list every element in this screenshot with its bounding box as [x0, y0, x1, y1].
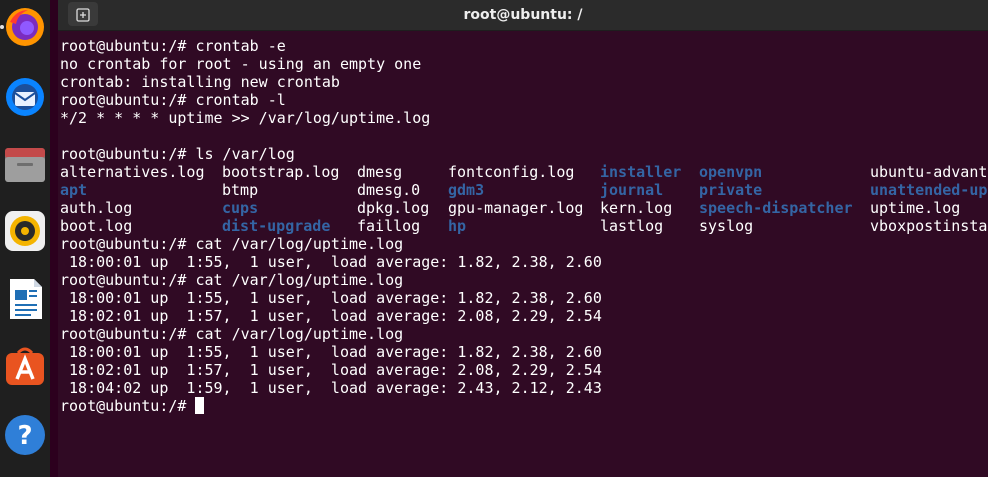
- ls-file-entry: alternatives.log: [60, 163, 205, 181]
- terminal-line: root@ubuntu:/# ls /var/log: [60, 145, 295, 163]
- ls-file-entry: boot.log: [60, 217, 133, 235]
- terminal-output[interactable]: root@ubuntu:/# crontab -e no crontab for …: [60, 37, 988, 477]
- ls-row: alternatives.log bootstrap.log dmesg fontco…: [60, 163, 988, 181]
- terminal-line: 18:00:01 up 1:55, 1 user, load average: …: [60, 289, 602, 307]
- ls-file-entry: lastlog: [600, 217, 664, 235]
- text-cursor: [195, 397, 205, 414]
- ls-file-entry: dpkg.log: [357, 199, 430, 217]
- help-icon[interactable]: ?: [2, 412, 48, 458]
- terminal-line: root@ubuntu:/# cat /var/log/uptime.log: [60, 235, 404, 253]
- ls-row: boot.log dist-upgrade faillog hp lastlog sysl…: [60, 217, 988, 235]
- ls-file-entry: syslog: [699, 217, 754, 235]
- shell-prompt: root@ubuntu:/#: [60, 397, 196, 415]
- terminal-window: root@ubuntu: / root@ubuntu:/# crontab -e…: [58, 0, 988, 477]
- firefox-icon[interactable]: [2, 4, 48, 50]
- ls-file-entry: btmp: [222, 181, 259, 199]
- ls-file-entry: gpu-manager.log: [448, 199, 584, 217]
- ls-directory-entry: openvpn: [699, 163, 763, 181]
- ls-directory-entry: dist-upgrade: [222, 217, 331, 235]
- thunderbird-icon[interactable]: [2, 73, 48, 119]
- ls-file-entry: fontconfig.log: [448, 163, 575, 181]
- terminal-line: 18:00:01 up 1:55, 1 user, load average: …: [60, 253, 602, 271]
- terminal-line: */2 * * * * uptime >> /var/log/uptime.lo…: [60, 109, 431, 127]
- ls-row: auth.log cups dpkg.log gpu-manager.log kern.…: [60, 199, 988, 217]
- ls-directory-entry: cups: [222, 199, 259, 217]
- ls-file-entry: ubuntu-advant: [870, 163, 988, 181]
- terminal-line: 18:02:01 up 1:57, 1 user, load average: …: [60, 361, 602, 379]
- writer-icon[interactable]: [2, 276, 48, 322]
- ls-file-entry: auth.log: [60, 199, 133, 217]
- terminal-line: 18:04:02 up 1:59, 1 user, load average: …: [60, 379, 602, 397]
- ls-directory-entry: speech-dispatcher: [699, 199, 853, 217]
- ls-file-entry: uptime.log: [870, 199, 961, 217]
- terminal-line: crontab: installing new crontab: [60, 73, 340, 91]
- current-prompt-line: root@ubuntu:/#: [60, 397, 988, 415]
- terminal-line: 18:00:01 up 1:55, 1 user, load average: …: [60, 343, 602, 361]
- files-icon[interactable]: [2, 141, 48, 187]
- terminal-line: root@ubuntu:/# crontab -e: [60, 37, 286, 55]
- ls-directory-entry: installer: [600, 163, 682, 181]
- ls-file-entry: vboxpostinsta: [870, 217, 988, 235]
- ls-file-entry: dmesg.0: [357, 181, 421, 199]
- terminal-line: no crontab for root - using an empty one: [60, 55, 422, 73]
- ls-directory-entry: journal: [600, 181, 664, 199]
- svg-text:?: ?: [17, 421, 32, 451]
- ls-directory-entry: hp: [448, 217, 467, 235]
- title-bar: root@ubuntu: /: [58, 0, 988, 31]
- ls-directory-entry: unattended-up: [870, 181, 988, 199]
- software-icon[interactable]: [2, 343, 48, 389]
- terminal-line: root@ubuntu:/# crontab -l: [60, 91, 286, 109]
- running-indicator: [0, 25, 4, 29]
- ls-file-entry: bootstrap.log: [222, 163, 340, 181]
- rhythmbox-icon[interactable]: [2, 208, 48, 254]
- ls-file-entry: kern.log: [600, 199, 673, 217]
- ls-directory-entry: gdm3: [448, 181, 485, 199]
- ls-file-entry: faillog: [357, 217, 421, 235]
- terminal-line: root@ubuntu:/# cat /var/log/uptime.log: [60, 271, 404, 289]
- terminal-line: 18:02:01 up 1:57, 1 user, load average: …: [60, 307, 602, 325]
- ls-directory-entry: apt: [60, 181, 88, 199]
- window-title: root@ubuntu: /: [463, 7, 583, 23]
- dock: ?: [0, 0, 50, 477]
- ls-row: apt btmp dmesg.0 gdm3 journal private unattend…: [60, 181, 988, 199]
- ls-directory-entry: private: [699, 181, 763, 199]
- terminal-line: root@ubuntu:/# cat /var/log/uptime.log: [60, 325, 404, 343]
- ls-file-entry: dmesg: [357, 163, 403, 181]
